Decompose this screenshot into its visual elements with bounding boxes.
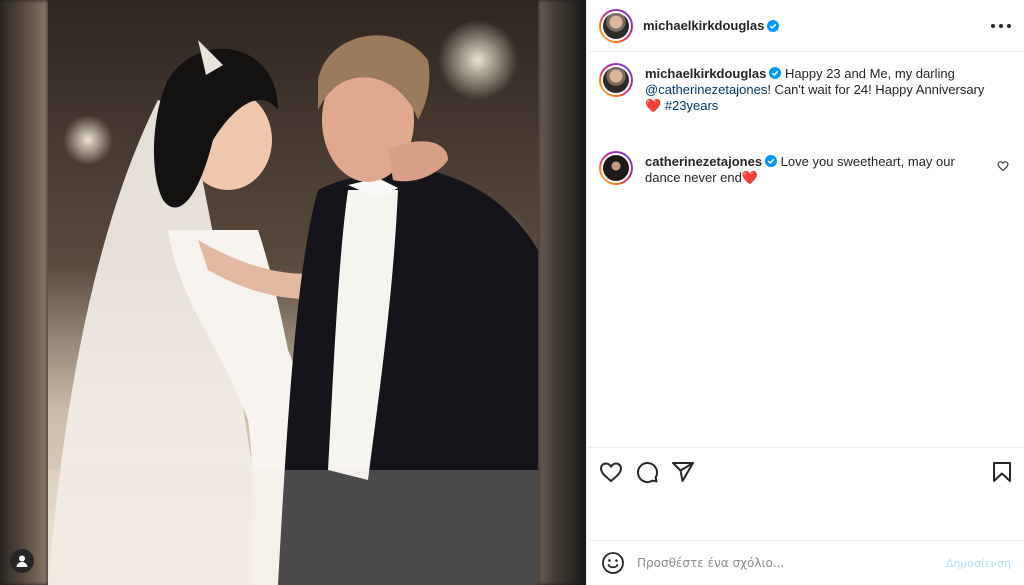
post-actions-bar bbox=[587, 447, 1024, 493]
caption-username[interactable]: michaelkirkdouglas bbox=[645, 66, 766, 81]
comment-icon[interactable] bbox=[635, 460, 659, 484]
media-blur-right bbox=[538, 0, 586, 585]
more-options-icon bbox=[991, 24, 995, 28]
verified-badge-icon bbox=[769, 67, 782, 79]
comment-avatar[interactable] bbox=[599, 151, 633, 185]
caption-mention-link[interactable]: @catherinezetajones bbox=[645, 82, 767, 97]
comment-item: catherinezetajones Love you sweetheart, … bbox=[599, 151, 1009, 186]
post-header: michaelkirkdouglas bbox=[587, 0, 1024, 52]
emoji-icon[interactable] bbox=[601, 551, 625, 575]
profile-photo-michaelkirkdouglas bbox=[603, 12, 629, 39]
caption-hashtag-link[interactable]: #23years bbox=[665, 98, 718, 113]
comment-text: catherinezetajones Love you sweetheart, … bbox=[645, 154, 985, 186]
post-caption: michaelkirkdouglas Happy 23 and Me, my d… bbox=[599, 63, 1009, 114]
caption-text: michaelkirkdouglas Happy 23 and Me, my d… bbox=[645, 66, 985, 114]
media-blur-left bbox=[0, 0, 48, 585]
add-comment-bar: Δημοσίευση bbox=[587, 540, 1024, 585]
tagged-people-button[interactable] bbox=[10, 549, 34, 573]
verified-badge-icon bbox=[767, 19, 780, 32]
profile-photo-catherinezetajones bbox=[603, 155, 629, 181]
post-side-panel: michaelkirkdouglas michaelkirkdouglas Ha… bbox=[586, 0, 1024, 585]
heart-emoji: ❤️ bbox=[645, 98, 662, 113]
paper-plane-icon[interactable] bbox=[671, 460, 695, 484]
verified-badge-icon bbox=[765, 155, 778, 167]
more-dot bbox=[999, 24, 1003, 28]
comment-username[interactable]: catherinezetajones bbox=[645, 154, 762, 169]
caption-part1: Happy 23 and Me, my darling bbox=[785, 66, 955, 81]
author-avatar[interactable] bbox=[599, 8, 633, 43]
comment-like-heart-icon[interactable] bbox=[997, 160, 1009, 172]
author-username[interactable]: michaelkirkdouglas bbox=[643, 18, 764, 33]
post-comment-button[interactable]: Δημοσίευση bbox=[946, 557, 1011, 570]
heart-emoji: ❤️ bbox=[741, 170, 759, 185]
like-heart-icon[interactable] bbox=[599, 460, 623, 484]
caption-avatar[interactable] bbox=[599, 63, 633, 97]
bookmark-icon[interactable] bbox=[990, 460, 1014, 484]
more-dot bbox=[1007, 24, 1011, 28]
post-media[interactable] bbox=[0, 0, 586, 585]
wedding-dance-photo bbox=[48, 0, 538, 585]
person-icon bbox=[16, 555, 28, 567]
more-options-button[interactable] bbox=[991, 16, 1011, 36]
profile-photo-michaelkirkdouglas bbox=[603, 67, 629, 93]
caption-part2: ! Can't wait for 24! Happy Anniversary bbox=[767, 82, 985, 97]
comment-input[interactable] bbox=[637, 556, 927, 570]
